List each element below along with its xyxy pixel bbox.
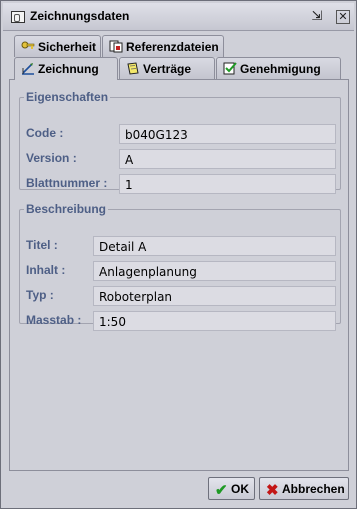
beschreibung-group: Beschreibung Titel : Detail A Inhalt : A…: [19, 202, 341, 331]
tab-referenzdateien-label: Referenzdateien: [126, 40, 219, 54]
typ-field[interactable]: Roboterplan: [93, 286, 336, 306]
tab-sicherheit-label: Sicherheit: [38, 40, 97, 54]
book-icon: [11, 11, 25, 23]
code-row: Code : b040G123: [26, 124, 336, 144]
eigenschaften-legend: Eigenschaften: [26, 90, 109, 104]
tab-referenzdateien[interactable]: Referenzdateien: [102, 35, 224, 57]
version-label: Version :: [26, 151, 77, 165]
code-field[interactable]: b040G123: [119, 124, 336, 144]
tab-vertraege[interactable]: Verträge: [119, 57, 215, 79]
tab-genehmigung-label: Genehmigung: [240, 62, 321, 76]
tab-zeichnung-label: Zeichnung: [38, 62, 99, 76]
checkmark-icon: ✔: [215, 482, 228, 499]
tab-vertraege-label: Verträge: [143, 62, 192, 76]
dialog-window: Zeichnungsdaten ⇲ ✕ Sicherheit Referenzd…: [0, 0, 357, 509]
tab-sicherheit[interactable]: Sicherheit: [14, 35, 101, 57]
drawing-icon: [21, 62, 35, 75]
cancel-button-label: Abbrechen: [282, 482, 345, 496]
window-title: Zeichnungsdaten: [30, 9, 130, 23]
titel-row: Titel : Detail A: [26, 236, 336, 256]
tab-panel-zeichnung: Eigenschaften Code : b040G123 Version : …: [9, 79, 349, 471]
titel-label: Titel :: [26, 238, 58, 252]
minimize-icon[interactable]: ⇲: [310, 10, 324, 24]
inhalt-row: Inhalt : Anlagenplanung: [26, 261, 336, 281]
blattnummer-label: Blattnummer :: [26, 176, 108, 190]
titel-field[interactable]: Detail A: [93, 236, 336, 256]
close-icon[interactable]: ✕: [336, 10, 350, 24]
beschreibung-legend: Beschreibung: [26, 202, 107, 216]
masstab-field[interactable]: 1:50: [93, 311, 336, 331]
masstab-label: Masstab :: [26, 313, 82, 327]
code-label: Code :: [26, 126, 64, 140]
inhalt-label: Inhalt :: [26, 263, 66, 277]
approval-icon: [223, 62, 237, 75]
contract-icon: [126, 62, 140, 75]
typ-row: Typ : Roboterplan: [26, 286, 336, 306]
cancel-button[interactable]: ✖ Abbrechen: [259, 477, 349, 500]
tab-zeichnung[interactable]: Zeichnung: [14, 57, 118, 80]
blattnummer-row: Blattnummer : 1: [26, 174, 336, 194]
blattnummer-field[interactable]: 1: [119, 174, 336, 194]
typ-label: Typ :: [26, 288, 54, 302]
version-field[interactable]: A: [119, 149, 336, 169]
tab-row-front: Zeichnung Verträge Genehmigung: [1, 57, 356, 80]
reference-files-icon: [109, 40, 123, 53]
inhalt-field[interactable]: Anlagenplanung: [93, 261, 336, 281]
tab-genehmigung[interactable]: Genehmigung: [216, 57, 341, 79]
keys-icon: [21, 40, 35, 53]
eigenschaften-group: Eigenschaften Code : b040G123 Version : …: [19, 90, 341, 194]
version-row: Version : A: [26, 149, 336, 169]
title-bar[interactable]: Zeichnungsdaten ⇲ ✕: [3, 3, 354, 31]
masstab-row: Masstab : 1:50: [26, 311, 336, 331]
ok-button[interactable]: ✔ OK: [208, 477, 255, 500]
tab-row-back: Sicherheit Referenzdateien: [1, 35, 356, 57]
cross-icon: ✖: [266, 482, 279, 499]
ok-button-label: OK: [231, 482, 249, 496]
